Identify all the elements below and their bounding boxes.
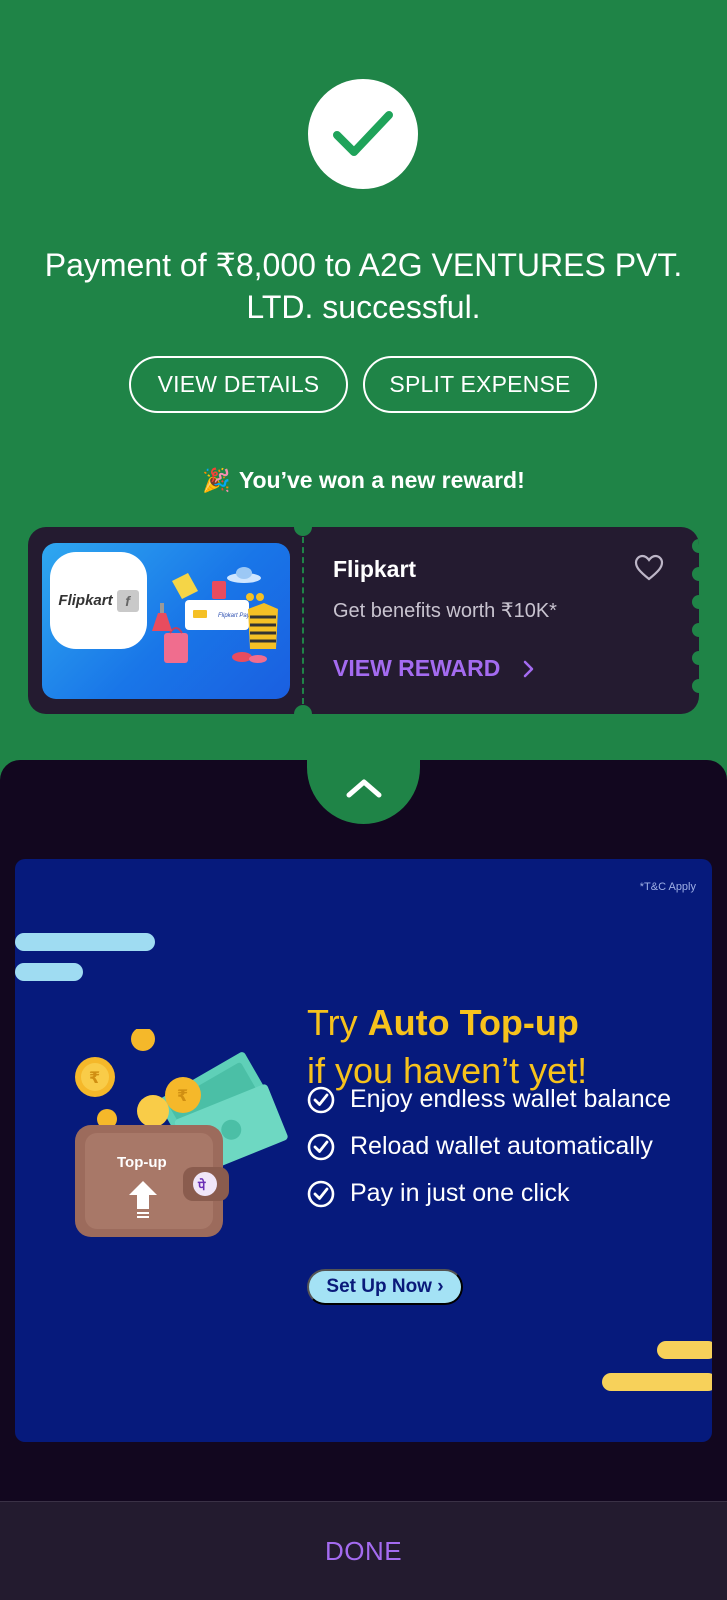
ticket-scallop: [692, 651, 699, 665]
feature-item: Pay in just one click: [307, 1179, 570, 1208]
done-button[interactable]: DONE: [325, 1536, 402, 1567]
ticket-perforation: [302, 527, 304, 714]
headline-bold: Auto Top-up: [367, 1002, 579, 1043]
ticket-scallop: [692, 567, 699, 581]
check-circle-icon: [307, 1086, 335, 1113]
favorite-heart-icon[interactable]: [634, 554, 664, 582]
feature-text: Pay in just one click: [350, 1179, 570, 1207]
check-circle-icon: [307, 1133, 335, 1160]
reward-card-image: Flipkart Pay Later Flipkart f: [42, 543, 290, 699]
ticket-scallop: [692, 595, 699, 609]
wallet-topup-illustration: ₹ ₹ पे Top-up: [75, 1029, 288, 1237]
split-expense-button[interactable]: SPLIT EXPENSE: [363, 356, 597, 413]
reward-card[interactable]: Flipkart Pay Later Flipkart f Flipkart Ge…: [28, 527, 699, 714]
decor-stripe: [15, 933, 155, 951]
flipkart-logo: Flipkart f: [50, 552, 147, 649]
ticket-scallop: [692, 539, 699, 553]
terms-note: *T&C Apply: [639, 881, 696, 893]
ticket-scallop: [692, 679, 699, 693]
set-up-now-button[interactable]: Set Up Now ›: [307, 1269, 463, 1305]
check-circle-icon: [307, 1180, 335, 1207]
decor-stripe: [602, 1373, 712, 1391]
feature-item: Reload wallet automatically: [307, 1132, 653, 1161]
banner-headline: Try Auto Top-up if you haven’t yet!: [307, 999, 697, 1095]
feature-text: Reload wallet automatically: [350, 1132, 653, 1160]
view-details-button[interactable]: VIEW DETAILS: [129, 356, 348, 413]
chevron-right-icon: [524, 660, 534, 677]
wallet-badge-text: पे: [197, 1178, 206, 1194]
flipkart-logo-text: Flipkart: [58, 592, 113, 609]
party-popper-icon: 🎉: [202, 467, 231, 493]
headline-pre: Try: [307, 1002, 368, 1043]
footer-bar: DONE: [0, 1501, 727, 1600]
coin-symbol: ₹: [177, 1086, 188, 1105]
auto-topup-banner[interactable]: *T&C Apply ₹ ₹ पे Top-up Try Auto Top-up…: [15, 859, 712, 1442]
reward-brand: Flipkart: [333, 556, 417, 582]
payment-status-message: Payment of ₹8,000 to A2G VENTURES PVT. L…: [44, 247, 683, 325]
ticket-notch: [294, 705, 312, 714]
feature-text: Enjoy endless wallet balance: [350, 1085, 672, 1113]
ticket-scallop: [692, 623, 699, 637]
feature-item: Enjoy endless wallet balance: [307, 1085, 671, 1114]
ticket-notch: [294, 527, 312, 536]
reward-subtitle: Get benefits worth ₹10K*: [333, 600, 557, 622]
reward-announcement-text: You’ve won a new reward!: [238, 467, 525, 493]
success-check-icon: [308, 79, 418, 189]
reward-announcement: 🎉 You’ve won a new reward!: [0, 467, 727, 494]
coin-symbol: ₹: [89, 1068, 100, 1087]
decor-stripe: [15, 963, 83, 981]
decor-stripe: [657, 1341, 712, 1359]
view-reward-label: VIEW REWARD: [333, 655, 501, 681]
wallet-label: Top-up: [117, 1154, 167, 1171]
chevron-up-icon: [346, 779, 381, 798]
view-reward-link[interactable]: VIEW REWARD: [333, 655, 540, 682]
